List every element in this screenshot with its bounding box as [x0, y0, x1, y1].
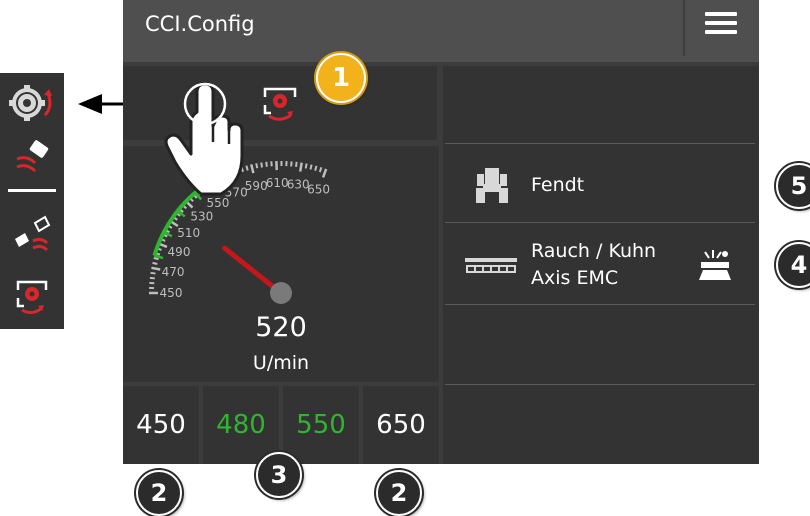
rpm-config-icon[interactable]	[0, 268, 64, 328]
implement-row[interactable]: Rauch / Kuhn Axis EMC	[445, 225, 755, 305]
main-screen: CCI.Config 450 470 490 510 530 550 570 590 610 63…	[123, 0, 759, 464]
spreading-status-icon	[699, 250, 731, 280]
gauge-tick-label: 450	[160, 286, 183, 300]
tractor-name: Fendt	[531, 173, 585, 196]
callout-5: 5	[776, 163, 810, 209]
callout-1: 1	[316, 53, 366, 103]
gauge-tick-label: 510	[177, 226, 200, 240]
implement-name-line2: Axis EMC	[531, 267, 619, 289]
gauge-tick	[250, 164, 255, 174]
gauge-tick-label: 650	[307, 183, 330, 197]
hamburger-menu-icon[interactable]	[685, 0, 759, 56]
gauge-tick	[255, 163, 259, 169]
spreader-disc-icon[interactable]	[0, 129, 64, 189]
callout-2-left: 2	[136, 470, 182, 516]
preset-green-high-button[interactable]: 550	[283, 386, 359, 464]
sidebar-divider	[8, 189, 56, 192]
rpm-value: 520	[255, 312, 307, 343]
gauge-tick	[260, 162, 263, 168]
spreader-implement-icon	[465, 258, 517, 273]
callout-4: 4	[776, 242, 810, 288]
preset-green-low-button[interactable]: 480	[203, 386, 279, 464]
gauge-tick	[321, 168, 328, 178]
callout-3: 3	[256, 452, 302, 498]
gauge-tick-label: 490	[168, 245, 191, 259]
gauge-tick	[149, 276, 155, 280]
gauge-tick	[299, 162, 303, 172]
rpm-config-icon	[263, 87, 297, 121]
implement-name-line1: Rauch / Kuhn	[531, 240, 657, 262]
gauge-tick	[153, 256, 159, 261]
implement-name: Rauch / Kuhn Axis EMC	[531, 238, 681, 292]
gauge-tick-label: 610	[266, 176, 289, 190]
gauge-tick	[304, 163, 308, 169]
gear-rotate-icon[interactable]	[0, 73, 64, 133]
gauge-tick-label: 530	[190, 210, 213, 224]
preset-min-button[interactable]: 450	[123, 386, 199, 464]
gauge-hub	[270, 282, 292, 304]
tractor-row[interactable]: Fendt	[445, 145, 755, 225]
preset-max-button[interactable]: 650	[363, 386, 439, 464]
gauge-tick	[265, 161, 268, 167]
rpm-unit: U/min	[252, 352, 310, 374]
side-menu	[0, 73, 64, 329]
boundary-spreading-icon[interactable]	[0, 203, 64, 263]
gauge-tick	[150, 271, 156, 275]
callout-2-right: 2	[376, 470, 422, 516]
gauge-tick	[151, 266, 161, 271]
tractor-icon	[476, 168, 508, 203]
gauge-tick-label: 470	[162, 265, 185, 279]
gauge-tick	[309, 164, 313, 170]
gauge-tick	[295, 161, 298, 168]
gauge-tick	[318, 167, 323, 173]
gauge-tick	[152, 261, 158, 265]
app-title: CCI.Config	[145, 12, 255, 36]
header-bar: CCI.Config	[123, 0, 759, 62]
gauge-tick	[314, 165, 318, 171]
touch-hand-icon	[164, 82, 244, 196]
